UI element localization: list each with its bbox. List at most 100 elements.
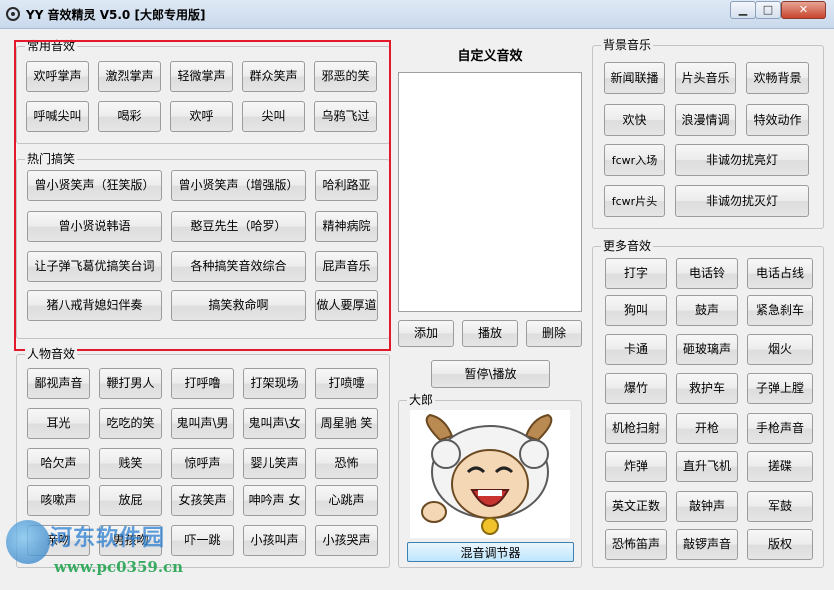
people-button[interactable]: 耳光 <box>27 408 90 439</box>
more-button[interactable]: 版权 <box>747 529 813 560</box>
more-button[interactable]: 英文正数 <box>605 491 667 522</box>
people-button[interactable]: 放屁 <box>99 485 162 516</box>
watermark-text: 河东软件园 <box>50 526 166 551</box>
hot-button[interactable]: 曾小贤说韩语 <box>27 211 162 242</box>
close-button[interactable]: ✕ <box>781 1 826 19</box>
bgm-button[interactable]: fcwr入场 <box>604 144 665 176</box>
mixer-button[interactable]: 混音调节器 <box>407 542 574 562</box>
group-hot-label: 热门搞笑 <box>25 152 78 166</box>
hot-button[interactable]: 精神病院 <box>315 211 378 242</box>
more-button[interactable]: 狗叫 <box>605 295 667 326</box>
custom-sound-list[interactable] <box>398 72 582 312</box>
minimize-icon: ▁ <box>738 3 748 16</box>
common-button[interactable]: 尖叫 <box>242 101 305 132</box>
hot-button[interactable]: 做人要厚道 <box>315 290 378 321</box>
people-button[interactable]: 鞭打男人 <box>99 368 162 399</box>
people-button[interactable]: 小孩叫声 <box>243 525 306 556</box>
more-button[interactable]: 军鼓 <box>747 491 813 522</box>
more-button[interactable]: 电话铃 <box>676 258 738 289</box>
common-button[interactable]: 欢呼掌声 <box>26 61 89 92</box>
people-button[interactable]: 心跳声 <box>315 485 378 516</box>
people-button[interactable]: 鄙视声音 <box>27 368 90 399</box>
more-button[interactable]: 直升飞机 <box>676 451 738 482</box>
bgm-button[interactable]: fcwr片头 <box>604 185 665 217</box>
people-button[interactable]: 吃吃的笑 <box>99 408 162 439</box>
more-button[interactable]: 卡通 <box>605 334 667 365</box>
people-button[interactable]: 恐怖 <box>315 448 378 479</box>
people-button[interactable]: 咳嗽声 <box>27 485 90 516</box>
watermark-logo-icon <box>6 520 50 564</box>
more-button[interactable]: 砸玻璃声 <box>676 334 738 365</box>
people-button[interactable]: 吓一跳 <box>171 525 234 556</box>
hot-button[interactable]: 屁声音乐 <box>315 251 378 282</box>
people-button[interactable]: 惊呼声 <box>171 448 234 479</box>
minimize-button[interactable]: ▁ <box>730 1 756 19</box>
more-button[interactable]: 打字 <box>605 258 667 289</box>
bgm-button[interactable]: 特效动作 <box>746 104 809 136</box>
common-button[interactable]: 呼喊尖叫 <box>26 101 89 132</box>
people-button[interactable]: 呻吟声 女 <box>243 485 306 516</box>
dalang-label: 大郎 <box>407 393 436 407</box>
more-button[interactable]: 搓碟 <box>747 451 813 482</box>
delete-button[interactable]: 删除 <box>526 320 582 347</box>
bgm-button[interactable]: 浪漫情调 <box>675 104 736 136</box>
more-button[interactable]: 开枪 <box>676 413 738 444</box>
hot-button[interactable]: 憨豆先生（哈罗） <box>171 211 306 242</box>
hot-button[interactable]: 曾小贤笑声（增强版） <box>171 170 306 201</box>
more-button[interactable]: 紧急刹车 <box>747 295 813 326</box>
more-button[interactable]: 敲锣声音 <box>676 529 738 560</box>
play-button[interactable]: 播放 <box>462 320 518 347</box>
app-icon <box>6 7 20 21</box>
people-button[interactable]: 周星驰 笑 <box>315 408 378 439</box>
hot-button[interactable]: 让子弹飞葛优搞笑台词 <box>27 251 162 282</box>
people-button[interactable]: 婴儿笑声 <box>243 448 306 479</box>
bgm-button[interactable]: 片头音乐 <box>675 62 736 94</box>
people-button[interactable]: 打呼噜 <box>171 368 234 399</box>
more-button[interactable]: 炸弹 <box>605 451 667 482</box>
more-button[interactable]: 烟火 <box>747 334 813 365</box>
more-button[interactable]: 救护车 <box>676 373 738 404</box>
people-button[interactable]: 贱笑 <box>99 448 162 479</box>
hot-button[interactable]: 猪八戒背媳妇伴奏 <box>27 290 162 321</box>
people-button[interactable]: 鬼叫声\男 <box>171 408 234 439</box>
window-title: YY 音效精灵 V5.0 [大郎专用版] <box>26 8 206 22</box>
common-button[interactable]: 群众笑声 <box>242 61 305 92</box>
people-button[interactable]: 打喷嚏 <box>315 368 378 399</box>
bgm-button[interactable]: 非诚勿扰灭灯 <box>675 185 809 217</box>
maximize-icon: □ <box>762 3 774 16</box>
more-button[interactable]: 鼓声 <box>676 295 738 326</box>
watermark-url: www.pc0359.cn <box>54 558 184 576</box>
more-button[interactable]: 电话占线 <box>747 258 813 289</box>
close-icon: ✕ <box>798 3 809 16</box>
bgm-button[interactable]: 新闻联播 <box>604 62 665 94</box>
bgm-button[interactable]: 欢畅背景 <box>746 62 809 94</box>
add-button[interactable]: 添加 <box>398 320 454 347</box>
more-button[interactable]: 恐怖笛声 <box>605 529 667 560</box>
common-button[interactable]: 轻微掌声 <box>170 61 233 92</box>
bgm-button[interactable]: 非诚勿扰亮灯 <box>675 144 809 176</box>
more-button[interactable]: 子弹上膛 <box>747 373 813 404</box>
common-button[interactable]: 欢呼 <box>170 101 233 132</box>
hot-button[interactable]: 各种搞笑音效综合 <box>171 251 306 282</box>
pause-play-button[interactable]: 暂停\播放 <box>431 360 550 388</box>
people-button[interactable]: 女孩笑声 <box>171 485 234 516</box>
hot-button[interactable]: 哈利路亚 <box>315 170 378 201</box>
bgm-button[interactable]: 欢快 <box>604 104 665 136</box>
common-button[interactable]: 激烈掌声 <box>98 61 161 92</box>
people-button[interactable]: 鬼叫声\女 <box>243 408 306 439</box>
more-button[interactable]: 机枪扫射 <box>605 413 667 444</box>
people-button[interactable]: 打架现场 <box>243 368 306 399</box>
common-button[interactable]: 乌鸦飞过 <box>314 101 377 132</box>
people-button[interactable]: 哈欠声 <box>27 448 90 479</box>
common-button[interactable]: 喝彩 <box>98 101 161 132</box>
group-people-label: 人物音效 <box>25 347 78 361</box>
people-button[interactable]: 小孩哭声 <box>315 525 378 556</box>
maximize-button[interactable]: □ <box>755 1 781 19</box>
more-button[interactable]: 手枪声音 <box>747 413 813 444</box>
group-bgm-label: 背景音乐 <box>601 38 654 52</box>
hot-button[interactable]: 搞笑救命啊 <box>171 290 306 321</box>
common-button[interactable]: 邪恶的笑 <box>314 61 377 92</box>
more-button[interactable]: 敲钟声 <box>676 491 738 522</box>
more-button[interactable]: 爆竹 <box>605 373 667 404</box>
hot-button[interactable]: 曾小贤笑声（狂笑版） <box>27 170 162 201</box>
